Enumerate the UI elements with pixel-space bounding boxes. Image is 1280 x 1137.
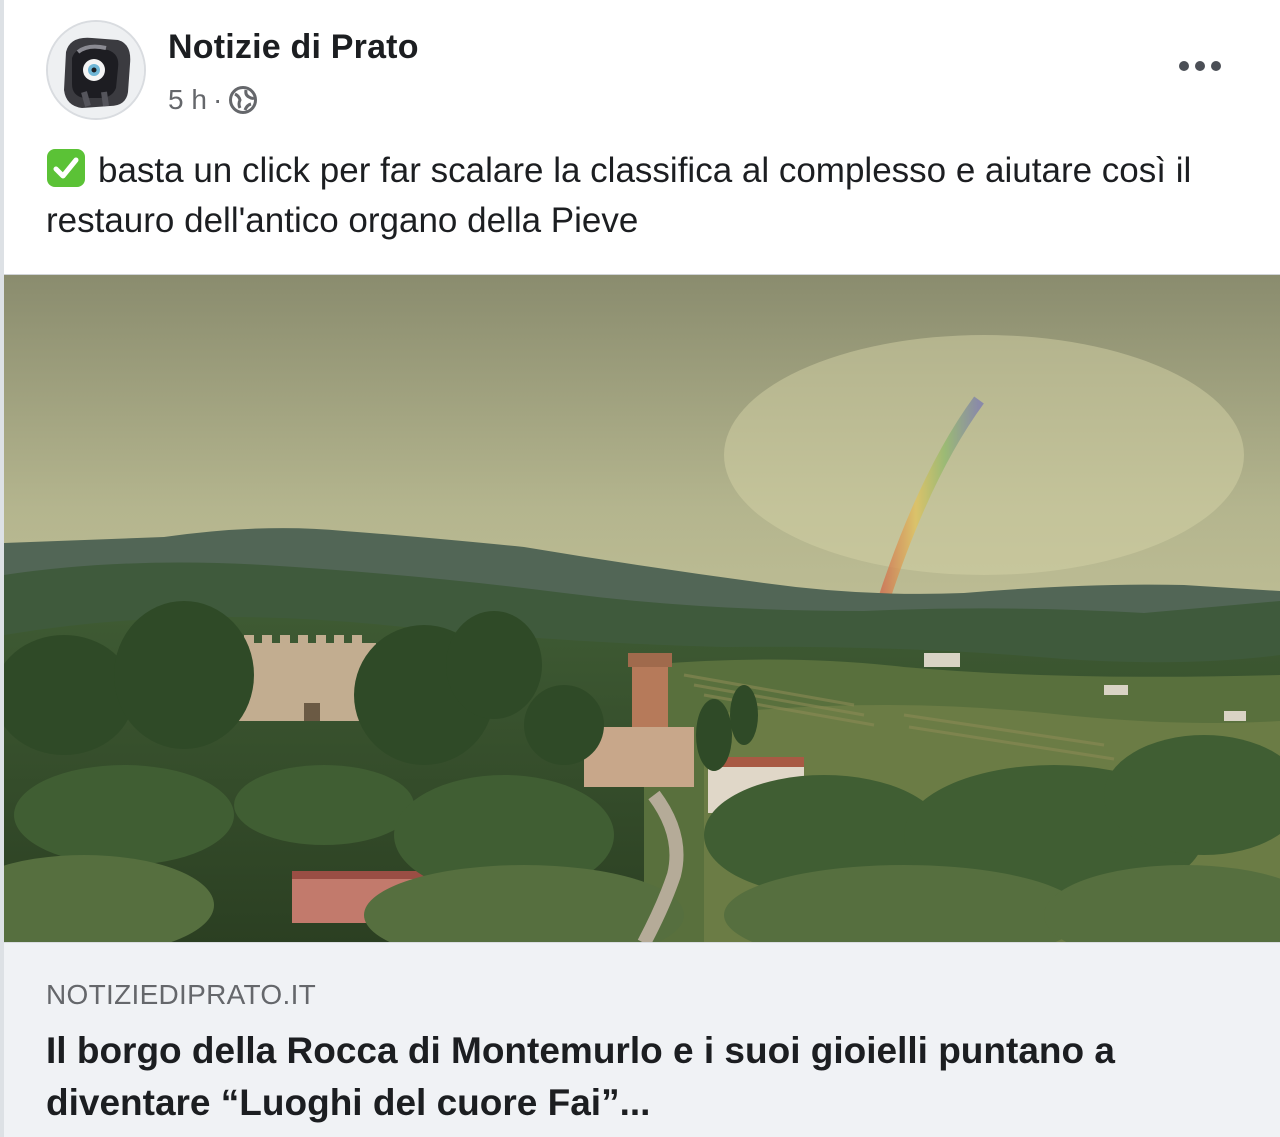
post-timestamp[interactable]: 5 h [168,84,207,116]
check-mark-icon [46,148,86,188]
link-domain: NOTIZIEDIPRATO.IT [46,979,317,1010]
post-header: Notizie di Prato 5 h · [46,20,1240,124]
page-avatar[interactable] [46,20,146,120]
post-caption: basta un click per far scalare la classi… [46,146,1246,246]
landscape-photo [4,275,1280,943]
post-photo[interactable] [4,274,1280,943]
more-horizontal-icon [1179,61,1221,71]
link-preview[interactable]: NOTIZIEDIPRATO.IT Il borgo della Rocca d… [4,942,1280,1137]
globe-icon[interactable] [228,85,258,115]
caption-text: basta un click per far scalare la classi… [46,151,1192,240]
facebook-post: Notizie di Prato 5 h · basta un click pe… [0,0,1280,1137]
link-title[interactable]: Il borgo della Rocca di Montemurlo e i s… [46,1025,1240,1129]
avatar-logo-icon [48,22,144,118]
meta-separator: · [212,84,223,115]
more-options-button[interactable] [1170,46,1230,86]
page-name[interactable]: Notizie di Prato [168,28,419,67]
post-meta: 5 h · [168,84,258,116]
